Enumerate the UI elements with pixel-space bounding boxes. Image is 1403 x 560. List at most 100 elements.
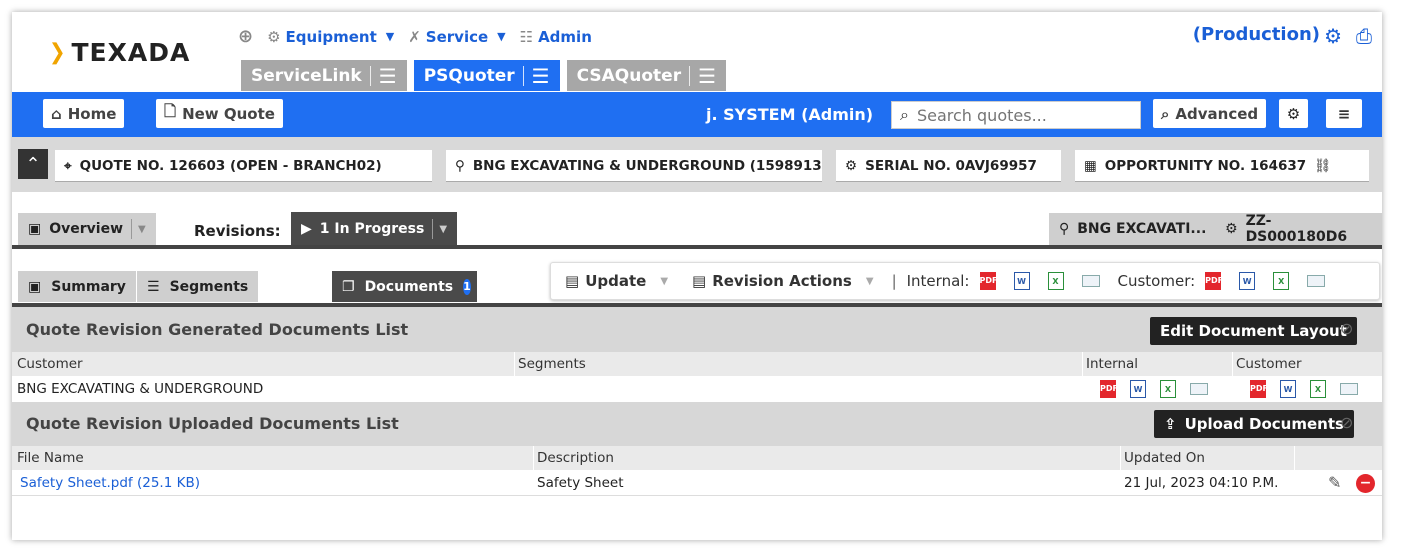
tab-label: CSAQuoter <box>576 65 682 86</box>
file-link[interactable]: Safety Sheet.pdf (25.1 KB) <box>20 475 200 491</box>
home-icon: ⌂ <box>51 104 62 123</box>
uploaded-docs-header: Quote Revision Uploaded Documents List ⇪… <box>12 402 1382 446</box>
hide-eye-icon[interactable]: ⊘ <box>1340 413 1353 432</box>
app-tabs: ServiceLink ☰ PSQuoter ☰ CSAQuoter ☰ <box>241 60 727 91</box>
tab-summary[interactable]: ▣ Summary <box>18 271 136 302</box>
generated-docs-title: Quote Revision Generated Documents List <box>26 320 409 339</box>
serial-card[interactable]: ⚙ SERIAL NO. 0AVJ69957 <box>836 150 1061 182</box>
pdf-icon[interactable]: PDF <box>1205 272 1223 290</box>
customer-card[interactable]: ⚲ BNG EXCAVATING & UNDERGROUND (1598913 … <box>446 150 822 182</box>
top-navigation: ⊕ ⚙ Equipment ▼ ✗ Service ▼ ☷ Admin <box>238 26 592 47</box>
pdf-icon[interactable]: PDF <box>979 272 997 290</box>
nav-service-label: Service <box>425 27 489 46</box>
email-icon[interactable] <box>1081 275 1100 287</box>
excel-icon[interactable]: X <box>1047 272 1064 290</box>
home-button[interactable]: ⌂ Home <box>43 99 125 128</box>
settings-button[interactable]: ⚙ <box>1279 99 1308 128</box>
pdf-icon[interactable]: PDF <box>1100 380 1118 398</box>
nav-equipment[interactable]: ⚙ Equipment ▼ <box>267 28 394 46</box>
column-header[interactable]: Segments <box>518 356 586 372</box>
chevron-down-icon[interactable]: ▼ <box>131 219 146 239</box>
hamburger-icon[interactable]: ☰ <box>532 66 550 86</box>
excel-icon[interactable]: X <box>1310 380 1326 398</box>
brand-logo[interactable]: ❯ TEXADA <box>48 38 190 67</box>
hide-eye-icon[interactable]: ⊘ <box>1340 319 1353 338</box>
column-header[interactable]: Internal <box>1086 356 1138 372</box>
tab-psquoter[interactable]: PSQuoter ☰ <box>413 60 560 91</box>
tab-servicelink[interactable]: ServiceLink ☰ <box>241 60 407 91</box>
internal-doc-actions: PDF W X <box>1100 380 1208 398</box>
chevron-down-icon: ▼ <box>497 30 506 43</box>
revision-bar: ▣ Overview ▼ Revisions: ▶ 1 In Progress … <box>12 192 1382 248</box>
nav-service[interactable]: ✗ Service ▼ <box>408 28 505 46</box>
excel-icon[interactable]: X <box>1160 380 1176 398</box>
chevron-down-icon: ▼ <box>385 30 395 43</box>
gear-icon[interactable]: ⚙ <box>1324 24 1342 48</box>
table-row: BNG EXCAVATING & UNDERGROUND PDF W X PDF… <box>12 376 1382 402</box>
column-header[interactable]: Updated On <box>1124 450 1205 466</box>
update-button[interactable]: ▤ Update ▼ <box>565 272 668 290</box>
chevron-down-icon: ▼ <box>865 275 874 287</box>
nav-admin-label: Admin <box>538 27 592 46</box>
column-header[interactable]: Customer <box>1236 356 1302 372</box>
chevron-down-icon[interactable]: ▼ <box>432 219 447 239</box>
word-icon[interactable]: W <box>1013 272 1030 290</box>
documents-label: Documents <box>364 278 454 295</box>
column-header[interactable]: Customer <box>17 356 83 372</box>
search-box[interactable]: ⌕ <box>891 101 1141 129</box>
customer-label: Customer: <box>1117 272 1196 290</box>
overview-tab[interactable]: ▣ Overview ▼ <box>18 213 156 245</box>
revision-actions-button[interactable]: ▤ Revision Actions ▼ <box>692 272 874 290</box>
current-user[interactable]: j. SYSTEM (Admin) <box>706 105 873 124</box>
word-icon[interactable]: W <box>1280 380 1296 398</box>
link-icon[interactable]: ⛓ <box>1314 158 1331 174</box>
tab-csaquoter[interactable]: CSAQuoter ☰ <box>566 60 727 91</box>
tools-icon: ✗ <box>408 27 421 46</box>
advanced-search-button[interactable]: ⌕ Advanced <box>1153 99 1267 128</box>
upload-documents-button[interactable]: ⇪ Upload Documents <box>1154 410 1354 438</box>
new-document-icon: 🗋 <box>164 102 177 120</box>
revision-selector[interactable]: ▶ 1 In Progress ▼ <box>291 212 458 246</box>
edit-icon[interactable]: ✎ <box>1328 473 1341 492</box>
tab-segments[interactable]: ☰ Segments <box>137 271 259 302</box>
word-icon[interactable]: W <box>1239 272 1256 290</box>
nav-admin[interactable]: ☷ Admin <box>520 28 592 46</box>
upload-icon: ⇪ <box>1164 415 1177 433</box>
tab-documents[interactable]: ❐ Documents 1 <box>332 271 477 302</box>
email-icon[interactable] <box>1190 383 1208 395</box>
word-icon[interactable]: W <box>1130 380 1146 398</box>
delete-icon[interactable]: − <box>1356 474 1375 493</box>
unit-tab[interactable]: ⚙ ZZ-DS000180D6 <box>1215 213 1382 245</box>
quote-info-bar: ⌃ ⌖ QUOTE NO. 126603 (OPEN - BRANCH02) ⚲… <box>12 137 1382 192</box>
customer-name: BNG EXCAVATING & UNDERGROUND (1598913 - … <box>472 157 822 174</box>
hamburger-icon[interactable]: ☰ <box>698 66 716 86</box>
new-quote-label: New Quote <box>182 104 275 123</box>
email-icon[interactable] <box>1340 383 1358 395</box>
row-customer: BNG EXCAVATING & UNDERGROUND <box>17 381 264 397</box>
internal-label: Internal: <box>906 272 970 290</box>
column-header[interactable]: File Name <box>17 450 84 466</box>
brand-name: TEXADA <box>71 38 191 67</box>
search-input[interactable] <box>916 105 1117 125</box>
hamburger-icon[interactable]: ☰ <box>379 66 397 86</box>
gear-icon: ⚙ <box>1225 221 1238 237</box>
up-arrow-icon[interactable]: ⊕ <box>238 26 253 47</box>
home-label: Home <box>67 104 117 123</box>
printer-icon[interactable]: ⎙ <box>1356 24 1372 48</box>
email-icon[interactable] <box>1307 275 1326 287</box>
revisions-label: Revisions: <box>194 222 281 240</box>
edit-document-layout-button[interactable]: Edit Document Layout <box>1150 317 1357 345</box>
opportunity-card[interactable]: ▦ OPPORTUNITY NO. 164637 ⛓ <box>1075 150 1369 182</box>
pdf-icon[interactable]: PDF <box>1250 380 1268 398</box>
nav-equipment-label: Equipment <box>285 27 377 46</box>
layout-menu-button[interactable]: ≡ <box>1326 99 1362 128</box>
column-header[interactable]: Description <box>537 450 614 466</box>
new-quote-button[interactable]: 🗋 New Quote <box>156 99 283 128</box>
customer-short-tab[interactable]: ⚲ BNG EXCAVATI... <box>1049 213 1217 245</box>
customer-doc-actions: PDF W X <box>1250 380 1358 398</box>
collapse-up-icon[interactable]: ⌃ <box>18 149 48 179</box>
clipboard-icon: ▣ <box>28 221 42 237</box>
person-icon: ⚲ <box>1059 221 1070 237</box>
excel-icon[interactable]: X <box>1273 272 1290 290</box>
header-actions: ⚙ ⎙ <box>1324 24 1372 48</box>
